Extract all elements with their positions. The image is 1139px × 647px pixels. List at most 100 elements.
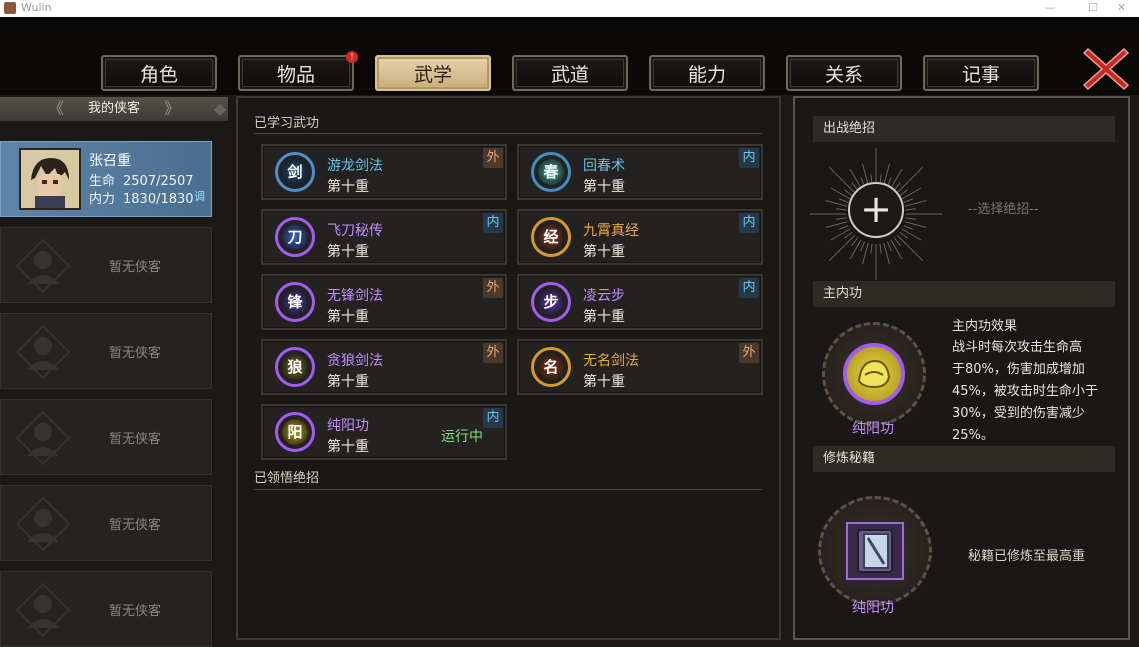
effect-title: 主内功效果: [952, 319, 1018, 334]
empty-slot-label: 暂无侠客: [109, 432, 162, 447]
next-arrow-icon[interactable]: 》: [164, 97, 180, 121]
add-ultimate-button[interactable]: +: [848, 182, 904, 238]
hp-stat: 生命 2507/2507: [89, 174, 194, 189]
window-title: Wulin: [21, 1, 52, 14]
empty-slot-label: 暂无侠客: [109, 518, 162, 533]
skill-card[interactable]: 狼贪狼剑法第十重 外: [261, 339, 507, 395]
skill-name: 九霄真经: [583, 223, 639, 239]
learned-skills-title: 已学习武功: [254, 116, 320, 131]
party-slot-empty[interactable]: 暂无侠客: [0, 313, 212, 389]
skill-card[interactable]: 名无名剑法第十重 外: [517, 339, 763, 395]
empty-slot-label: 暂无侠客: [109, 604, 162, 619]
manual-book-icon[interactable]: [846, 522, 904, 580]
skill-icon: 锋: [275, 282, 315, 322]
party-header: 《 我的侠客 》 ◆: [0, 97, 228, 121]
app-icon: [4, 2, 16, 14]
skill-card[interactable]: 阳纯阳功 第十重 内运行中: [261, 404, 507, 460]
skill-icon: 步: [531, 282, 571, 322]
main-inner-header: 主内功: [813, 281, 1115, 307]
skill-level: 第十重: [583, 244, 625, 260]
skill-card[interactable]: 剑游龙剑法第十重 外: [261, 144, 507, 200]
minimize-icon[interactable]: —: [1030, 0, 1070, 17]
effect-line: 30%，受到的伤害减少: [952, 406, 1085, 421]
silhouette-icon: [15, 410, 71, 466]
main-inner-skill-name: 纯阳功: [852, 421, 894, 437]
tab-7[interactable]: 记事: [923, 55, 1039, 91]
tab-6[interactable]: 关系: [786, 55, 902, 91]
skill-name: 无锋剑法: [327, 288, 383, 304]
prev-arrow-icon[interactable]: 《: [48, 97, 64, 121]
empty-slot-label: 暂无侠客: [109, 346, 162, 361]
skill-card[interactable]: 刀飞刀秘传 第十重 内: [261, 209, 507, 265]
tab-1[interactable]: 角色: [101, 55, 217, 91]
skill-name: 无名剑法: [583, 353, 639, 369]
skill-icon: 春: [531, 152, 571, 192]
party-slot-empty[interactable]: 暂无侠客: [0, 227, 212, 303]
tab-label: 记事: [961, 64, 1000, 86]
mp-stat: 内力 1830/1830: [89, 192, 194, 207]
skill-type-tag: 外: [739, 343, 759, 363]
party-header-label: 我的侠客: [87, 101, 140, 116]
effect-line: 战斗时每次攻击生命高: [952, 340, 1083, 355]
effect-line: 45%，被攻击时生命小于: [952, 384, 1098, 399]
skill-card[interactable]: 步凌云步 第十重 内: [517, 274, 763, 330]
skill-level: 第十重: [583, 309, 625, 325]
tab-label: 关系: [824, 64, 863, 86]
tab-label: 物品: [276, 64, 315, 86]
manual-skill-name: 纯阳功: [852, 600, 894, 616]
expand-arrow-icon[interactable]: ◆: [214, 97, 226, 121]
skill-type-tag: 内: [739, 278, 759, 298]
skill-level: 第十重: [583, 179, 625, 195]
tab-4[interactable]: 武道: [512, 55, 628, 91]
manual-header: 修炼秘籍: [813, 446, 1115, 472]
tab-3[interactable]: 武学: [375, 55, 491, 91]
party-slot-empty[interactable]: 暂无侠客: [0, 399, 212, 475]
skill-level: 第十重: [327, 374, 369, 390]
skill-icon: 剑: [275, 152, 315, 192]
tab-label: 武学: [413, 64, 452, 86]
notification-badge: !: [346, 51, 358, 63]
skill-name: 贪狼剑法: [327, 353, 383, 369]
skill-type-tag: 外: [483, 278, 503, 298]
skill-name: 回春术: [583, 158, 625, 174]
silhouette-icon: [15, 324, 71, 380]
skill-card[interactable]: 春回春术 第十重 内: [517, 144, 763, 200]
skill-card[interactable]: 经九霄真经 第十重 内: [517, 209, 763, 265]
window-close-icon[interactable]: ✕: [1104, 0, 1139, 17]
close-icon[interactable]: [1082, 45, 1130, 93]
effect-line: 于80%，伤害加成增加: [952, 362, 1085, 377]
main-inner-skill-icon[interactable]: [843, 343, 905, 405]
skill-card[interactable]: 锋无锋剑法 第十重 外: [261, 274, 507, 330]
skill-level: 第十重: [327, 244, 369, 260]
divider: [254, 133, 762, 134]
skill-icon: 狼: [275, 347, 315, 387]
skill-name: 飞刀秘传: [327, 223, 383, 239]
empty-slot-label: 暂无侠客: [109, 260, 162, 275]
top-nav-bar: 角色 物品! 武学 武道 能力 关系 记事: [0, 17, 1139, 95]
tab-label: 角色: [139, 64, 178, 86]
silhouette-icon: [15, 582, 71, 638]
silhouette-icon: [15, 496, 71, 552]
skill-type-tag: 外: [483, 148, 503, 168]
skill-name: 纯阳功: [327, 418, 369, 434]
party-slot-empty[interactable]: 暂无侠客: [0, 571, 212, 647]
skill-level: 第十重: [327, 439, 369, 455]
skill-type-tag: 内: [739, 213, 759, 233]
party-slot-selected[interactable]: 张召重 生命 2507/2507 内力 1830/1830 调: [0, 141, 212, 217]
skill-level: 第十重: [327, 179, 369, 195]
ultimate-header: 出战绝招: [813, 116, 1115, 142]
skill-icon: 名: [531, 347, 571, 387]
tab-label: 能力: [687, 64, 726, 86]
skill-type-tag: 外: [483, 343, 503, 363]
avatar: [19, 148, 81, 210]
skill-name: 游龙剑法: [327, 158, 383, 174]
enlightened-title: 已领悟绝招: [254, 471, 320, 486]
party-slot-empty[interactable]: 暂无侠客: [0, 485, 212, 561]
tab-5[interactable]: 能力: [649, 55, 765, 91]
character-name: 张召重: [89, 153, 131, 169]
tab-2[interactable]: 物品!: [238, 51, 358, 91]
window-title-bar: Wulin — ☐ ✕: [0, 0, 1139, 17]
skill-level: 第十重: [583, 374, 625, 390]
running-status: 运行中: [441, 429, 483, 445]
skill-type-tag: 内: [483, 213, 503, 233]
